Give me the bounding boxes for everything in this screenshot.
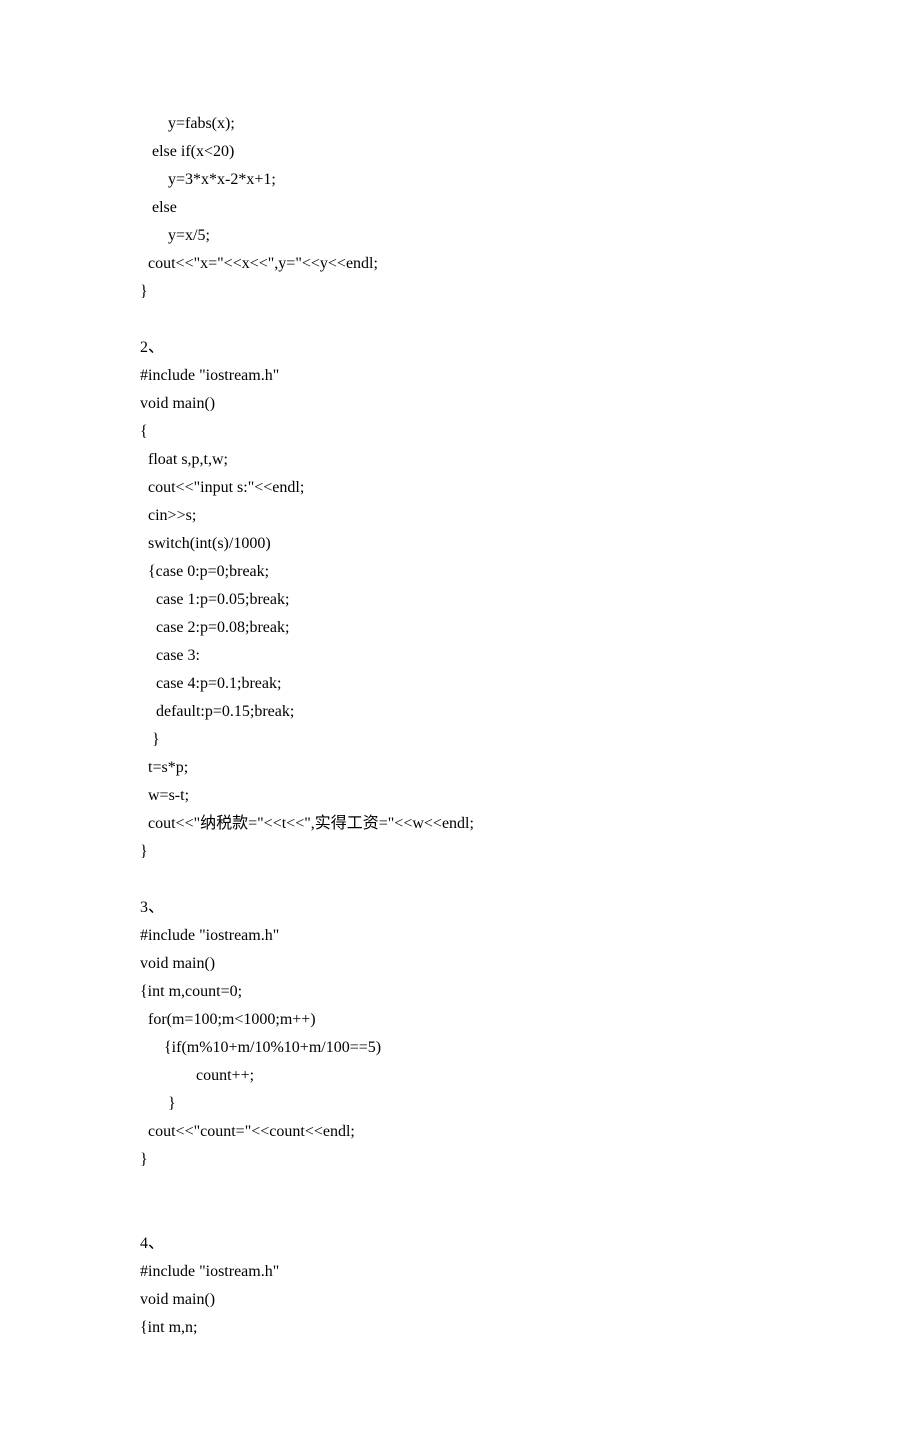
section-header: 4、 bbox=[140, 1230, 780, 1258]
code-line: y=3*x*x-2*x+1; bbox=[140, 166, 780, 194]
code-line: #include "iostream.h" bbox=[140, 362, 780, 390]
code-block-2: 2、 #include "iostream.h" void main() { f… bbox=[140, 334, 780, 866]
code-line: cout<<"纳税款="<<t<<",实得工资="<<w<<endl; bbox=[140, 810, 780, 838]
code-line: y=x/5; bbox=[140, 222, 780, 250]
code-line: cout<<"x="<<x<<",y="<<y<<endl; bbox=[140, 250, 780, 278]
code-line: {int m,n; bbox=[140, 1314, 780, 1342]
code-line: float s,p,t,w; bbox=[140, 446, 780, 474]
code-block-1: y=fabs(x); else if(x<20) y=3*x*x-2*x+1; … bbox=[140, 110, 780, 306]
code-line: else bbox=[140, 194, 780, 222]
code-line: } bbox=[140, 1146, 780, 1174]
code-line: {int m,count=0; bbox=[140, 978, 780, 1006]
code-line: { bbox=[140, 418, 780, 446]
code-block-3: 3、 #include "iostream.h" void main() {in… bbox=[140, 894, 780, 1174]
code-line: else if(x<20) bbox=[140, 138, 780, 166]
code-line: cout<<"input s:"<<endl; bbox=[140, 474, 780, 502]
code-line: } bbox=[140, 726, 780, 754]
code-line: void main() bbox=[140, 950, 780, 978]
code-line: case 2:p=0.08;break; bbox=[140, 614, 780, 642]
code-line: #include "iostream.h" bbox=[140, 1258, 780, 1286]
code-line: } bbox=[140, 838, 780, 866]
code-line: void main() bbox=[140, 1286, 780, 1314]
code-line: cout<<"count="<<count<<endl; bbox=[140, 1118, 780, 1146]
section-header: 2、 bbox=[140, 334, 780, 362]
code-document: y=fabs(x); else if(x<20) y=3*x*x-2*x+1; … bbox=[140, 110, 780, 1342]
code-line: for(m=100;m<1000;m++) bbox=[140, 1006, 780, 1034]
code-line: case 1:p=0.05;break; bbox=[140, 586, 780, 614]
code-line: count++; bbox=[140, 1062, 780, 1090]
code-line: switch(int(s)/1000) bbox=[140, 530, 780, 558]
code-line: } bbox=[140, 1090, 780, 1118]
code-block-4: 4、 #include "iostream.h" void main() {in… bbox=[140, 1230, 780, 1342]
code-line: case 3: bbox=[140, 642, 780, 670]
code-line: t=s*p; bbox=[140, 754, 780, 782]
section-header: 3、 bbox=[140, 894, 780, 922]
code-line: {case 0:p=0;break; bbox=[140, 558, 780, 586]
code-line: cin>>s; bbox=[140, 502, 780, 530]
code-line: y=fabs(x); bbox=[140, 110, 780, 138]
code-line: {if(m%10+m/10%10+m/100==5) bbox=[140, 1034, 780, 1062]
code-line: #include "iostream.h" bbox=[140, 922, 780, 950]
code-line: w=s-t; bbox=[140, 782, 780, 810]
code-line: void main() bbox=[140, 390, 780, 418]
code-line: } bbox=[140, 278, 780, 306]
code-line: case 4:p=0.1;break; bbox=[140, 670, 780, 698]
code-line: default:p=0.15;break; bbox=[140, 698, 780, 726]
